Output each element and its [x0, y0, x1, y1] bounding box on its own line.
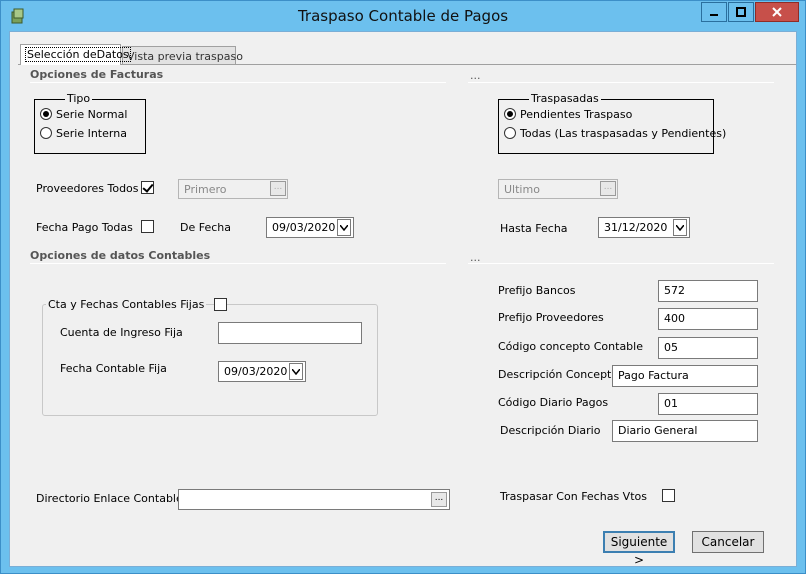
- chevron-down-icon: [340, 224, 348, 231]
- de-fecha-label: De Fecha: [180, 221, 231, 234]
- section-title-facturas: Opciones de Facturas: [30, 68, 164, 81]
- directorio-label: Directorio Enlace Contable: [36, 492, 183, 505]
- prefijo-bancos-field[interactable]: 572: [658, 280, 758, 302]
- traspasar-fechas-label: Traspasar Con Fechas Vtos: [500, 490, 647, 503]
- close-icon: [772, 7, 782, 17]
- hasta-fecha-dropdown[interactable]: [673, 219, 687, 236]
- codigo-diario-field[interactable]: 01: [658, 393, 758, 415]
- section-title-contables: Opciones de datos Contables: [30, 249, 211, 262]
- traspasadas-legend: Traspasadas: [529, 92, 601, 105]
- radio-todas[interactable]: [504, 127, 516, 139]
- fijas-label: Cta y Fechas Contables Fijas: [46, 298, 207, 311]
- main-window: Traspaso Contable de Pagos Selección deD…: [0, 0, 806, 574]
- proveedores-todos-label: Proveedores Todos: [36, 182, 139, 195]
- section-title-right: ...: [470, 69, 481, 82]
- prefijo-bancos-label: Prefijo Bancos: [498, 284, 576, 297]
- descripcion-diario-field[interactable]: Diario General: [612, 420, 758, 442]
- tab-panel: Opciones de Facturas ... Tipo Serie Norm…: [18, 64, 796, 567]
- minimize-icon: [710, 14, 718, 16]
- fecha-contable-label: Fecha Contable Fija: [60, 362, 167, 375]
- primero-browse-button[interactable]: ...: [270, 181, 286, 196]
- ultimo-browse-button[interactable]: ...: [600, 181, 616, 196]
- directorio-browse-button[interactable]: ...: [431, 492, 447, 507]
- window-title: Traspaso Contable de Pagos: [297, 7, 509, 25]
- directorio-field[interactable]: [178, 489, 450, 510]
- chevron-down-icon: [292, 368, 300, 375]
- fecha-pago-todas-label: Fecha Pago Todas: [36, 221, 133, 234]
- prefijo-proveedores-field[interactable]: 400: [658, 308, 758, 330]
- radio-serie-normal[interactable]: [40, 108, 52, 120]
- codigo-concepto-label: Código concepto Contable: [498, 340, 643, 353]
- tab-seleccion-datos[interactable]: Selección deDatos: [20, 44, 131, 65]
- radio-todas-label: Todas (Las traspasadas y Pendientes): [520, 127, 727, 140]
- de-fecha-dropdown[interactable]: [337, 219, 351, 236]
- fecha-pago-todas-checkbox[interactable]: [141, 220, 154, 233]
- client-area: Selección deDatos Vista previa traspaso …: [9, 31, 797, 567]
- close-button[interactable]: [755, 2, 799, 22]
- radio-pendientes-traspaso-label: Pendientes Traspaso: [520, 108, 633, 121]
- divider: [468, 263, 774, 264]
- chevron-down-icon: [676, 224, 684, 231]
- radio-serie-interna[interactable]: [40, 127, 52, 139]
- fecha-contable-dropdown[interactable]: [289, 363, 303, 380]
- hasta-fecha-label: Hasta Fecha: [500, 222, 568, 235]
- tipo-legend: Tipo: [65, 92, 93, 105]
- cuenta-ingreso-label: Cuenta de Ingreso Fija: [60, 326, 183, 339]
- proveedores-todos-checkbox[interactable]: [141, 181, 154, 194]
- descripcion-concepto-label: Descripción Concepto: [498, 368, 619, 381]
- codigo-concepto-field[interactable]: 05: [658, 337, 758, 359]
- radio-serie-interna-label: Serie Interna: [56, 127, 127, 140]
- codigo-diario-label: Código Diario Pagos: [498, 396, 609, 409]
- fijas-checkbox[interactable]: [214, 298, 227, 311]
- maximize-button[interactable]: [728, 2, 754, 22]
- divider: [30, 263, 446, 264]
- title-bar[interactable]: Traspaso Contable de Pagos: [1, 1, 805, 31]
- minimize-button[interactable]: [701, 2, 727, 22]
- tab-vista-previa[interactable]: Vista previa traspaso: [122, 46, 243, 64]
- siguiente-button[interactable]: Siguiente >: [603, 531, 675, 567]
- cancelar-button[interactable]: Cancelar: [692, 531, 764, 553]
- descripcion-diario-label: Descripción Diario: [500, 424, 601, 437]
- fijas-frame: [42, 304, 378, 416]
- maximize-icon: [736, 7, 746, 17]
- divider: [468, 82, 774, 83]
- descripcion-concepto-field[interactable]: Pago Factura: [612, 365, 758, 387]
- radio-serie-normal-label: Serie Normal: [56, 108, 128, 121]
- traspasar-fechas-checkbox[interactable]: [662, 489, 675, 502]
- cuenta-ingreso-field[interactable]: [218, 322, 362, 344]
- prefijo-proveedores-label: Prefijo Proveedores: [498, 311, 604, 324]
- divider: [30, 82, 446, 83]
- radio-pendientes-traspaso[interactable]: [504, 108, 516, 120]
